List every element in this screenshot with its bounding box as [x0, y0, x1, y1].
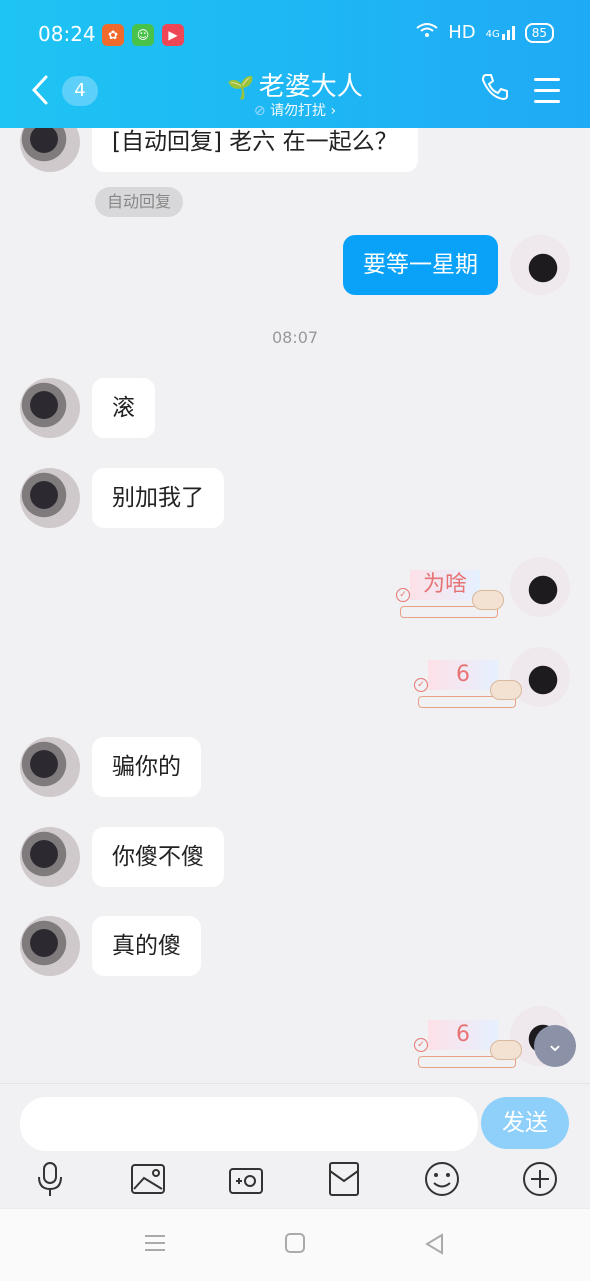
sticker-message[interactable]: 6 ✓ — [414, 652, 524, 712]
contact-avatar[interactable] — [20, 468, 80, 528]
phone-icon[interactable] — [480, 72, 510, 106]
message-bubble-mine[interactable]: 要等一星期 — [343, 235, 498, 295]
composer: 发送 — [0, 1083, 590, 1209]
mic-icon[interactable] — [30, 1159, 70, 1199]
wifi-icon — [416, 22, 438, 43]
contact-avatar[interactable] — [20, 378, 80, 438]
sticker-message[interactable]: 为啥 ✓ — [396, 562, 506, 622]
cat-icon — [490, 680, 522, 700]
sticker-text: 6 — [456, 662, 470, 687]
read-check-icon: ✓ — [396, 588, 410, 602]
message-timestamp: 08:07 — [271, 328, 319, 347]
recent-apps-icon[interactable] — [144, 1233, 166, 1257]
message-bubble[interactable]: 别加我了 — [92, 468, 224, 528]
image-icon[interactable] — [128, 1159, 168, 1199]
contact-avatar[interactable] — [20, 128, 80, 172]
network-label: HD — [448, 22, 476, 43]
auto-reply-tag: 自动回复 — [95, 187, 184, 217]
chat-area[interactable]: [自动回复] 老六 在一起么？ 自动回复 要等一星期 08:07 滚 别加我了 … — [0, 128, 590, 1083]
message-bubble[interactable]: [自动回复] 老六 在一起么？ — [92, 128, 418, 172]
sticker-text: 为啥 — [422, 572, 467, 597]
battery-icon: 85 — [524, 22, 554, 43]
cat-icon — [490, 1040, 522, 1060]
message-bubble[interactable]: 骗你的 — [92, 737, 201, 797]
system-navigation-bar — [0, 1208, 590, 1281]
contact-avatar[interactable] — [20, 916, 80, 976]
send-button[interactable]: 发送 — [481, 1097, 569, 1149]
sticker-message[interactable]: 6 ✓ — [414, 1012, 524, 1072]
chat-header: 4 🌱 老婆大人 ⊘ 请勿打扰 › — [0, 60, 590, 128]
dnd-icon: ⊘ — [253, 103, 266, 119]
emoji-icon[interactable] — [422, 1159, 462, 1199]
message-bubble[interactable]: 真的傻 — [92, 916, 201, 976]
contact-avatar[interactable] — [20, 737, 80, 797]
app-icon-red: ▶ — [162, 24, 184, 46]
message-bubble[interactable]: 滚 — [92, 378, 155, 438]
menu-icon[interactable] — [534, 78, 560, 111]
sticker-text: 6 — [456, 1022, 470, 1047]
signal-label: 4G — [485, 28, 500, 40]
message-bubble[interactable]: 你傻不傻 — [92, 827, 224, 887]
home-icon[interactable] — [285, 1233, 305, 1257]
cat-icon — [472, 590, 504, 610]
sprout-icon: 🌱 — [227, 76, 255, 101]
app-icon-green: ☺ — [132, 24, 154, 46]
red-packet-icon[interactable] — [324, 1159, 364, 1199]
dnd-text: 请勿打扰 › — [270, 103, 337, 119]
top-bar: 08:24 ✿ ☺ ▶ HD 4G 85 4 🌱 老婆大人 ⊘ 请勿打扰 › — [0, 0, 590, 128]
contact-avatar[interactable] — [20, 827, 80, 887]
my-avatar[interactable] — [510, 557, 570, 617]
my-avatar[interactable] — [510, 235, 570, 295]
status-time: 08:24 — [38, 22, 96, 46]
read-check-icon: ✓ — [414, 1038, 428, 1052]
app-icon-orange: ✿ — [102, 24, 124, 46]
signal-icon: 4G — [485, 25, 515, 40]
composer-tools — [0, 1159, 590, 1203]
message-input[interactable] — [20, 1097, 478, 1151]
camera-icon[interactable] — [226, 1159, 266, 1199]
contact-name-text: 老婆大人 — [258, 72, 363, 102]
system-indicators: HD 4G 85 — [416, 22, 554, 43]
back-nav-icon[interactable] — [424, 1233, 444, 1259]
plus-icon[interactable] — [520, 1159, 560, 1199]
read-check-icon: ✓ — [414, 678, 428, 692]
scroll-down-button[interactable]: ⌄ — [534, 1025, 576, 1067]
